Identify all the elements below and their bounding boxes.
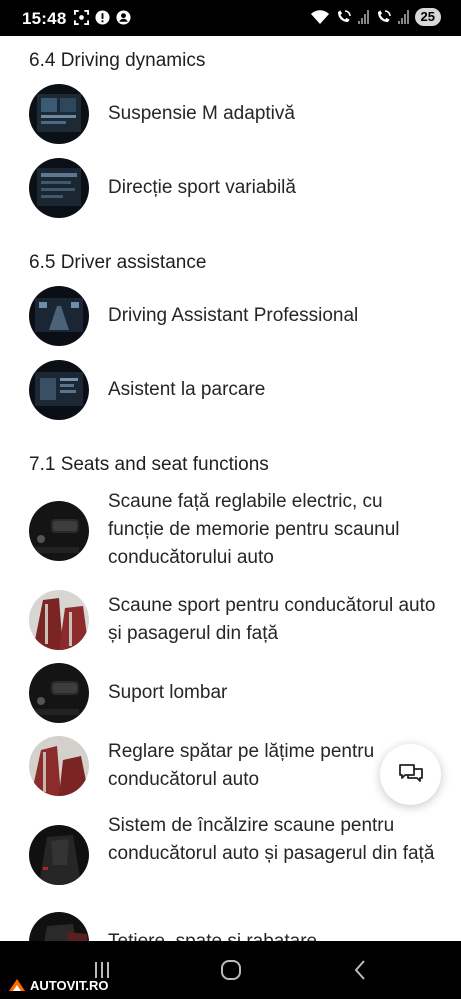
feature-list[interactable]: 6.4 Driving dynamics Suspensie M adaptiv… — [0, 36, 461, 941]
home-icon — [221, 960, 241, 980]
screenshot-icon — [74, 10, 89, 25]
watermark-text: AUTOVIT.RO — [30, 977, 109, 993]
status-time: 15:48 — [22, 9, 67, 28]
screen-thumbnail — [29, 286, 89, 346]
home-button[interactable] — [219, 957, 243, 983]
section-title-seats: 7.1 Seats and seat functions — [29, 454, 269, 475]
item-label: Asistent la parcare — [108, 379, 266, 400]
alert-icon — [95, 10, 110, 25]
list-item[interactable]: Driving Assistant Professional — [29, 286, 449, 346]
item-label: Suspensie M adaptivă — [108, 103, 295, 124]
item-label: Suport lombar — [108, 682, 228, 703]
wifi-call-icon-2 — [377, 10, 391, 22]
list-item[interactable]: Suspensie M adaptivă — [29, 84, 449, 144]
leather-seat-thumbnail — [29, 590, 89, 650]
section-title-driving-dynamics: 6.4 Driving dynamics — [29, 50, 206, 71]
list-item[interactable]: Scaune față reglabile electric, cu funcț… — [29, 488, 449, 574]
wifi-call-icon — [337, 10, 351, 22]
autovit-logo-icon — [9, 979, 25, 991]
list-item[interactable]: Direcție sport variabilă — [29, 158, 449, 218]
list-item[interactable]: Tetiere, spate și rabatare — [29, 912, 449, 941]
status-bar: 15:48 25 — [0, 0, 461, 36]
chat-icon — [398, 763, 423, 782]
screen-thumbnail — [29, 84, 89, 144]
section-title-driver-assistance: 6.5 Driver assistance — [29, 252, 207, 273]
item-label: Scaune sport pentru conducătorul auto și… — [108, 595, 436, 644]
chat-button[interactable] — [380, 744, 441, 805]
seat-controls-thumbnail — [29, 501, 89, 561]
list-item[interactable]: Suport lombar — [29, 663, 449, 723]
signal-icon — [357, 10, 369, 24]
dark-seat-thumbnail — [29, 912, 89, 941]
battery-indicator: 25 — [414, 8, 441, 26]
autovit-watermark: AUTOVIT.RO — [8, 977, 109, 993]
leather-seat-thumbnail — [29, 736, 89, 796]
item-label: Driving Assistant Professional — [108, 305, 359, 326]
item-label: Scaune față reglabile electric, cu funcț… — [108, 491, 400, 568]
list-item[interactable]: Sistem de încălzire scaune pentru conduc… — [29, 812, 449, 898]
wifi-icon — [310, 10, 329, 24]
item-label: Tetiere, spate și rabatare — [108, 928, 438, 941]
item-label: Direcție sport variabilă — [108, 177, 296, 198]
screen-thumbnail — [29, 360, 89, 420]
list-item[interactable]: Asistent la parcare — [29, 360, 449, 420]
item-label: Sistem de încălzire scaune pentru conduc… — [108, 815, 435, 864]
seat-controls-thumbnail — [29, 663, 89, 723]
dark-seat-thumbnail — [29, 825, 89, 885]
account-icon — [116, 10, 131, 25]
back-button[interactable] — [350, 957, 370, 983]
back-icon — [354, 960, 365, 980]
status-left-icons — [74, 10, 131, 25]
status-right-icons: 25 — [310, 8, 441, 26]
screen-thumbnail — [29, 158, 89, 218]
signal-icon-2 — [397, 10, 409, 24]
list-item[interactable]: Scaune sport pentru conducătorul auto și… — [29, 590, 449, 650]
